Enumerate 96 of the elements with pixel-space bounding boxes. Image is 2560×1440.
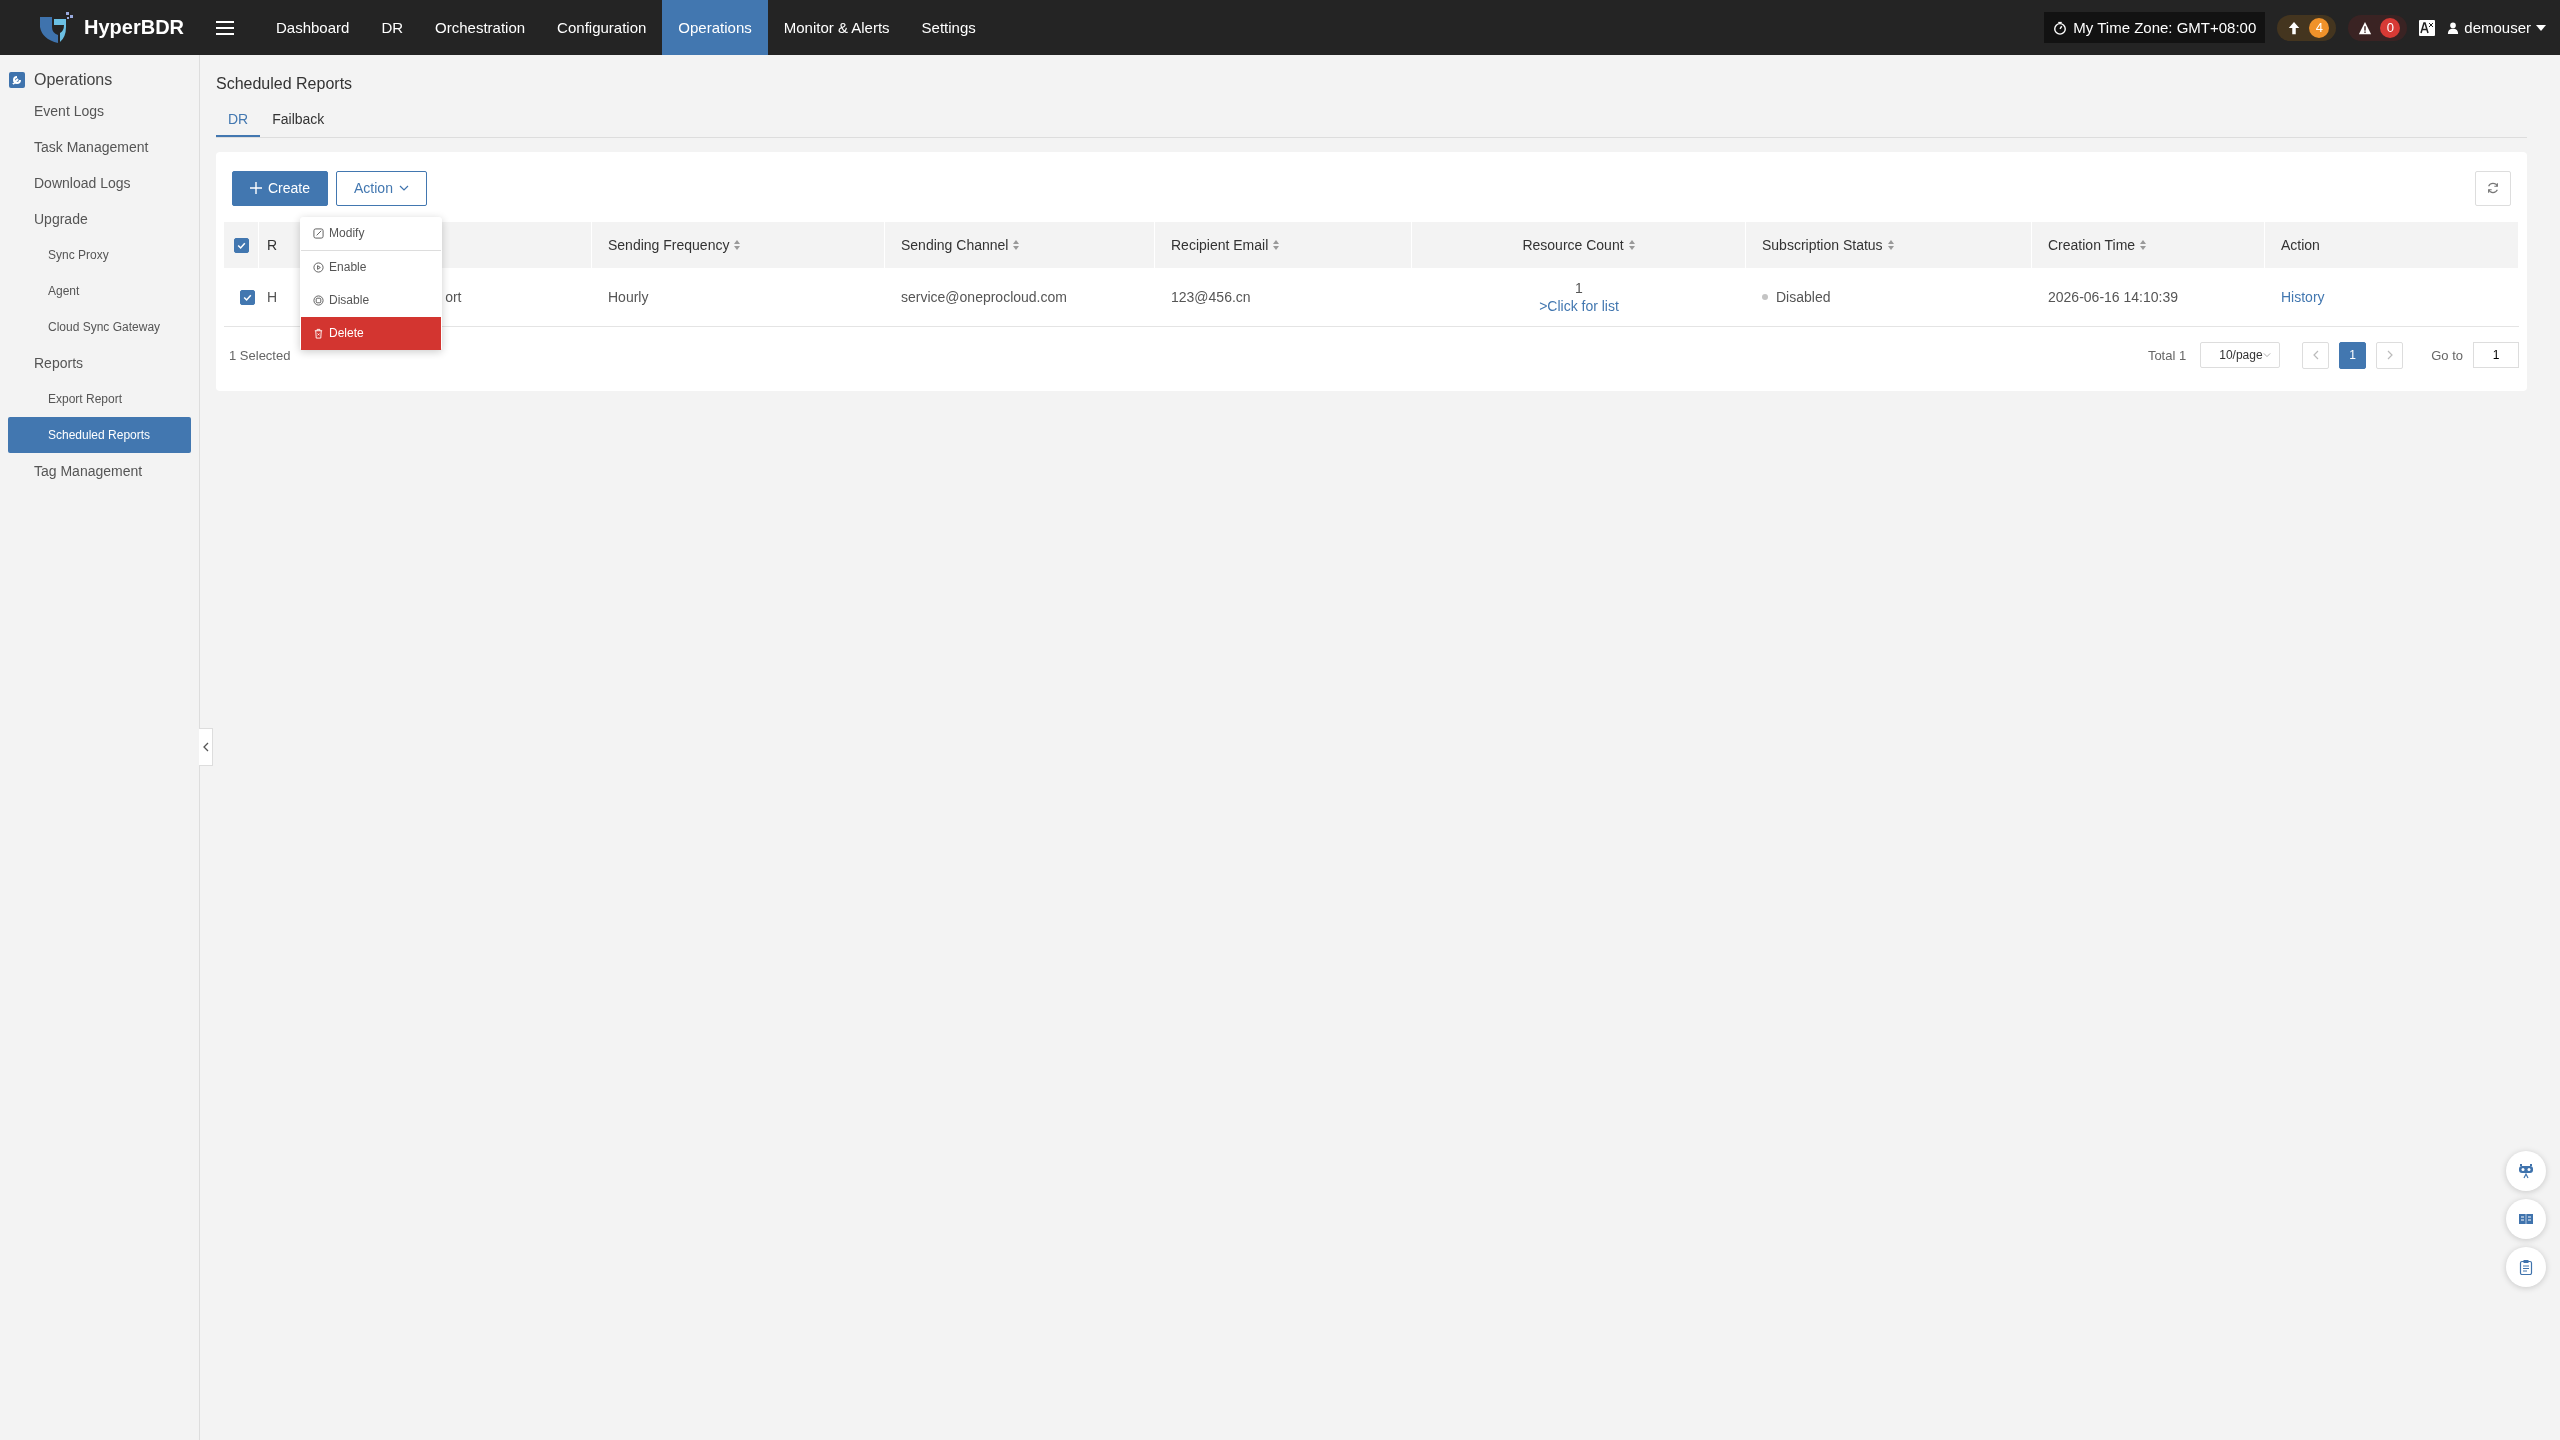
nav-tab[interactable]: Operations	[662, 0, 768, 55]
chevron-left-icon	[201, 742, 210, 752]
timezone-label: My Time Zone: GMT+08:00	[2073, 19, 2257, 36]
sort-icon[interactable]	[1628, 240, 1635, 250]
sidebar-item[interactable]: Reports	[0, 345, 199, 381]
alerts-button[interactable]: 0	[2348, 14, 2408, 41]
sidebar-subitem[interactable]: Cloud Sync Gateway	[8, 309, 191, 345]
goto-page-field[interactable]: 1	[2473, 342, 2519, 368]
nav-tab[interactable]: Monitor & Alerts	[767, 0, 906, 55]
sort-icon[interactable]	[2140, 240, 2147, 250]
sidebar-heading: Operations	[34, 71, 113, 89]
table-cell: Hourly	[608, 289, 649, 305]
menu-item[interactable]: Enable	[301, 250, 442, 284]
play-circle-icon	[313, 261, 325, 273]
table-cell: service@oneprocloud.com	[901, 289, 1067, 305]
action-dropdown-button[interactable]: Action	[336, 170, 427, 206]
column-header[interactable]: Recipient Email	[1171, 237, 1269, 253]
total-count: Total 1	[2147, 347, 2187, 363]
timezone-button[interactable]: My Time Zone: GMT+08:00	[2044, 12, 2266, 43]
plus-icon	[250, 182, 262, 194]
row-checkbox[interactable]	[240, 289, 255, 305]
create-button[interactable]: Create	[232, 170, 329, 206]
clipboard-icon	[2518, 1259, 2534, 1275]
sidebar-item[interactable]: Download Logs	[0, 165, 199, 201]
table-cell: 123@456.cn	[1171, 289, 1251, 305]
clipboard-button[interactable]	[2506, 1247, 2546, 1287]
table-cell: H	[267, 289, 278, 305]
sidebar-item[interactable]: Upgrade	[0, 201, 199, 237]
caret-icon	[2536, 24, 2546, 31]
sort-icon[interactable]	[1887, 240, 1894, 250]
menu-item[interactable]: Modify	[301, 216, 442, 250]
tab[interactable]: DR	[216, 105, 261, 137]
column-header[interactable]: Sending Frequency	[608, 237, 730, 253]
sidebar-subitem[interactable]: Export Report	[8, 381, 191, 417]
count-badge: 0	[2380, 17, 2401, 38]
guide-button[interactable]	[2506, 1199, 2546, 1239]
page-button[interactable]: 1	[2339, 341, 2367, 369]
sidebar-item[interactable]: Task Management	[0, 129, 199, 165]
sidebar-subitem[interactable]: Agent	[8, 273, 191, 309]
table-cell: 2026-06-16 14:10:39	[2048, 289, 2178, 305]
table-cell: ort	[445, 289, 462, 305]
column-header[interactable]: Creation Time	[2048, 237, 2136, 253]
column-header[interactable]: Sending Channel	[901, 237, 1009, 253]
collapse-handle[interactable]	[199, 728, 213, 766]
brand-name: HyperBDR	[84, 16, 185, 39]
history-link[interactable]: History	[2281, 289, 2325, 305]
sidebar-subitem[interactable]: Scheduled Reports	[8, 417, 191, 453]
stop-circle-icon	[313, 294, 325, 306]
chevron-right-icon	[2385, 350, 2394, 360]
nav-tab[interactable]: Dashboard	[260, 0, 366, 55]
selection-count: 1 Selected	[228, 347, 291, 363]
tab[interactable]: Failback	[260, 105, 337, 137]
translate-icon[interactable]	[2419, 19, 2436, 36]
select-all-checkbox[interactable]	[234, 237, 249, 253]
count-badge: 4	[2309, 17, 2330, 38]
sidebar-item[interactable]: Tag Management	[0, 453, 199, 489]
chevron-down-icon	[398, 185, 409, 191]
column-header[interactable]: Subscription Status	[1762, 237, 1883, 253]
chevron-down-icon	[2263, 350, 2272, 360]
book-icon	[2518, 1211, 2534, 1227]
table-cell: 1	[1575, 280, 1583, 296]
previous-page-button[interactable]	[2302, 341, 2330, 369]
nav-tab[interactable]: Configuration	[541, 0, 663, 55]
shield-logo-icon	[38, 10, 74, 45]
user-menu[interactable]: demouser	[2447, 19, 2546, 36]
page-title: Scheduled Reports	[216, 74, 354, 94]
goto-label: Go to	[2431, 347, 2463, 363]
robot-icon	[2518, 1163, 2534, 1179]
refresh-icon	[2486, 181, 2500, 195]
sort-icon[interactable]	[1273, 240, 1280, 250]
sidebar-item[interactable]: Event Logs	[0, 93, 199, 129]
refresh-button[interactable]	[2475, 170, 2511, 206]
page-size-select[interactable]: 10/page	[2200, 342, 2281, 368]
resource-list-link[interactable]: >Click for list	[1539, 298, 1619, 314]
nav-tab[interactable]: DR	[365, 0, 420, 55]
sort-icon[interactable]	[734, 240, 741, 250]
column-header[interactable]: Resource Count	[1522, 237, 1624, 253]
column-header[interactable]: Action	[2281, 237, 2320, 253]
sidebar-subitem[interactable]: Sync Proxy	[8, 237, 191, 273]
up-arrow-icon	[2287, 20, 2302, 35]
status-label: Disabled	[1776, 289, 1831, 305]
menu-item[interactable]: Disable	[301, 283, 442, 317]
nav-tab[interactable]: Orchestration	[419, 0, 542, 55]
menu-icon[interactable]	[216, 19, 234, 36]
menu-item[interactable]: Delete	[301, 316, 442, 350]
trash-icon	[313, 327, 325, 339]
sort-icon[interactable]	[1013, 240, 1020, 250]
column-header[interactable]: R	[267, 237, 278, 253]
nav-tab[interactable]: Settings	[905, 0, 992, 55]
warning-icon	[2358, 20, 2373, 35]
next-page-button[interactable]	[2376, 341, 2404, 369]
user-icon	[2447, 21, 2460, 34]
edit-icon	[313, 227, 325, 239]
chevron-left-icon	[2311, 350, 2320, 360]
assistant-button[interactable]	[2506, 1151, 2546, 1191]
timer-icon	[2053, 20, 2068, 35]
